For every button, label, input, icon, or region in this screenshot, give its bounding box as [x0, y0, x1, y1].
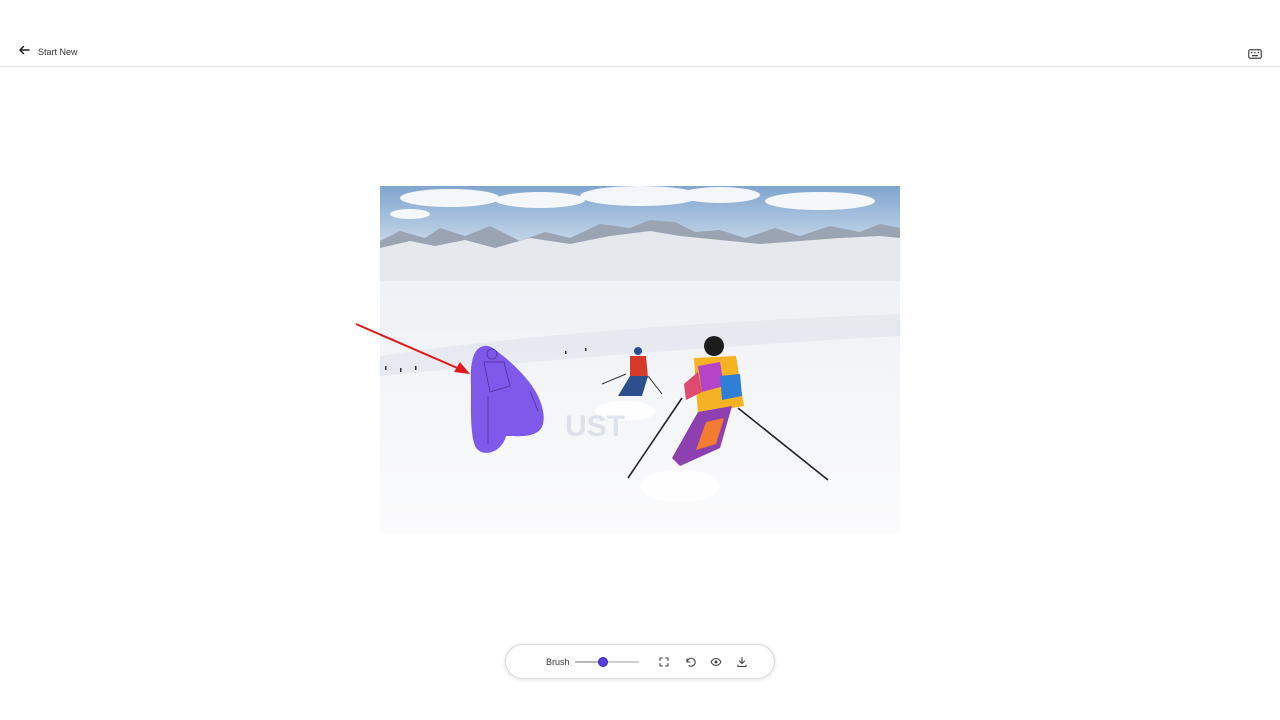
start-new-button[interactable]: Start New [18, 44, 78, 60]
brush-size-slider[interactable] [575, 657, 639, 667]
start-new-label: Start New [38, 47, 78, 57]
brush-label: Brush [546, 657, 570, 667]
annotation-arrow [355, 323, 470, 374]
slider-thumb[interactable] [598, 657, 609, 667]
top-bar: Start New [0, 0, 1280, 67]
keyboard-icon[interactable] [1248, 46, 1262, 59]
bottom-toolbar: Brush [505, 644, 775, 679]
eye-icon[interactable] [710, 656, 722, 668]
watermark: UST [565, 410, 625, 443]
arrow-left-icon [18, 43, 30, 61]
fullscreen-icon[interactable] [658, 656, 670, 668]
download-icon[interactable] [736, 656, 748, 668]
undo-icon[interactable] [684, 656, 696, 668]
